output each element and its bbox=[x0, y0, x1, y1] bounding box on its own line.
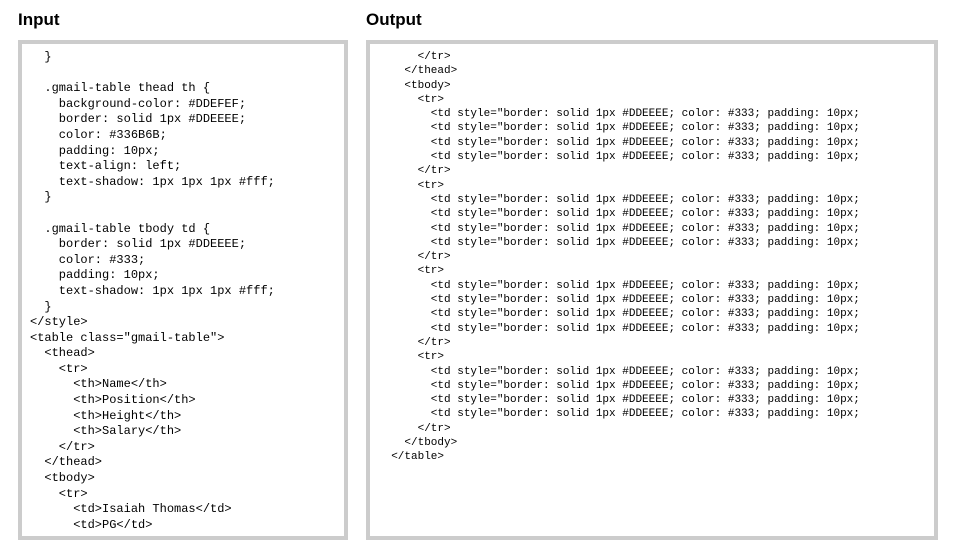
output-code-box: </tr> </thead> <tbody> <tr> <td style="b… bbox=[366, 40, 938, 540]
output-heading: Output bbox=[366, 10, 938, 30]
output-code: </tr> </thead> <tbody> <tr> <td style="b… bbox=[378, 50, 932, 465]
output-column: Output </tr> </thead> <tbody> <tr> <td s… bbox=[366, 10, 938, 543]
input-column: Input } .gmail-table thead th { backgrou… bbox=[18, 10, 348, 543]
input-code: } .gmail-table thead th { background-col… bbox=[30, 50, 342, 533]
input-code-box: } .gmail-table thead th { background-col… bbox=[18, 40, 348, 540]
input-heading: Input bbox=[18, 10, 348, 30]
